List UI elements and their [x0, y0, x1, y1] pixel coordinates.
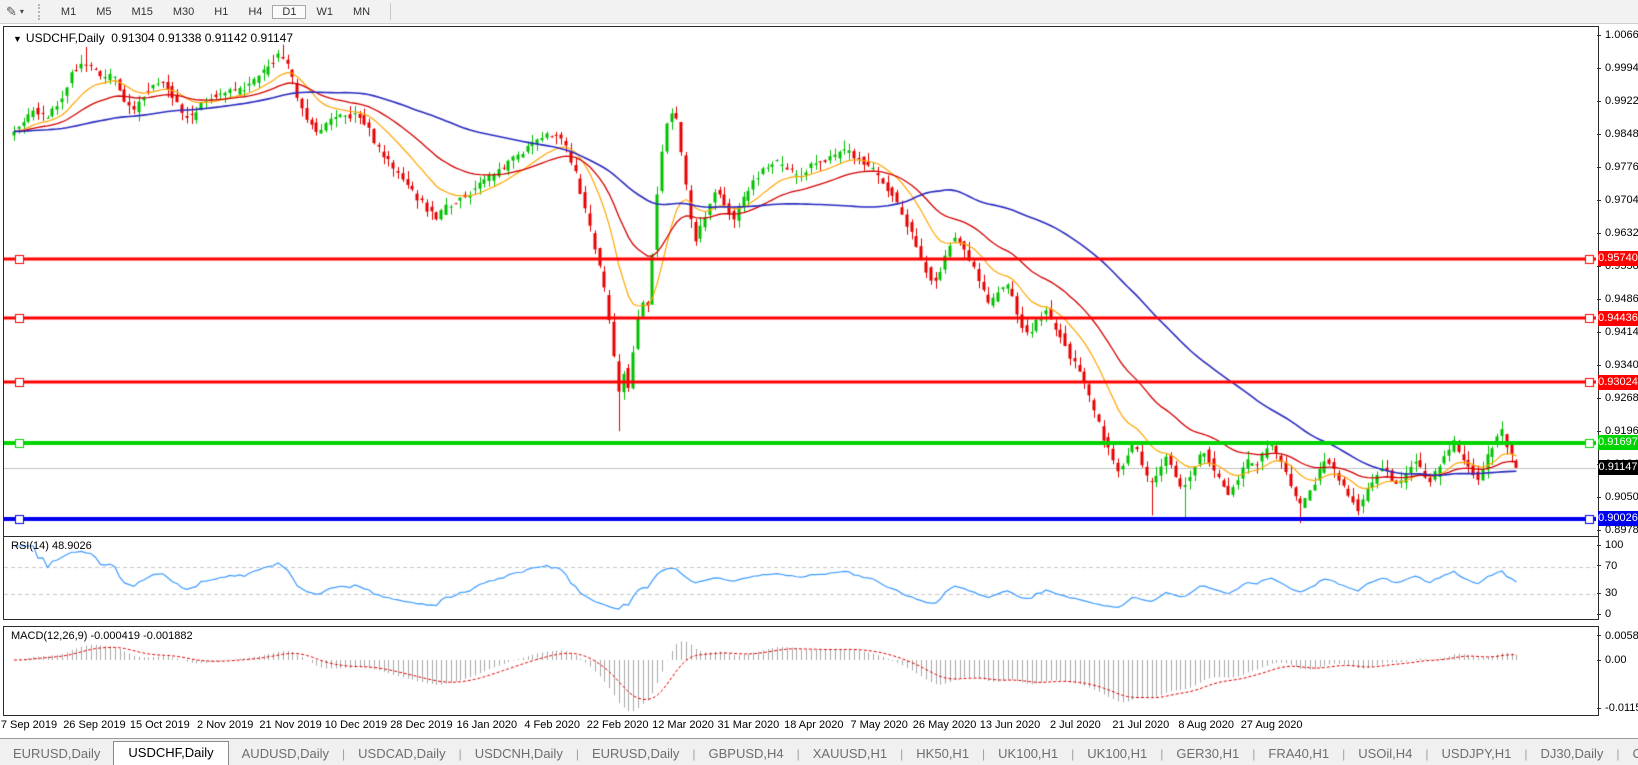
price-chart-canvas[interactable] — [4, 27, 1596, 534]
chart-tab-dj30[interactable]: DJ30,Daily — [1528, 743, 1617, 765]
price-axis-label: 0.96320 — [1597, 227, 1638, 240]
timeframe-button-w1[interactable]: W1 — [306, 5, 343, 19]
chart-tab-usdcnh[interactable]: USDCNH,Daily — [462, 743, 576, 765]
timeframe-button-mn[interactable]: MN — [343, 5, 380, 19]
price-axis-label: 0.99220 — [1597, 95, 1638, 108]
timeframe-buttons: M1 M5 M15 M30 H1 H4 D1 W1 MN — [51, 2, 380, 22]
price-chart-panel: ▼ USDCHF,Daily 0.91304 0.91338 0.91142 0.… — [3, 26, 1599, 537]
price-axis-label: 0.97040 — [1597, 194, 1638, 207]
price-axis-label: 0.92680 — [1597, 392, 1638, 405]
axis-tick — [1597, 34, 1601, 36]
axis-tick — [1597, 166, 1601, 168]
axis-tick — [1597, 232, 1601, 234]
chart-tab-fra40[interactable]: FRA40,H1 — [1255, 743, 1342, 765]
axis-tick — [1597, 635, 1601, 637]
macd-canvas[interactable] — [4, 627, 1596, 713]
rsi-label: RSI(14) 48.9026 — [11, 540, 92, 552]
macd-label: MACD(12,26,9) -0.000419 -0.001882 — [11, 630, 193, 642]
chart-title: ▼ USDCHF,Daily 0.91304 0.91338 0.91142 0.… — [13, 31, 293, 45]
axis-tick — [1597, 592, 1601, 594]
axis-tick — [1597, 133, 1601, 135]
macd-indicator-panel: MACD(12,26,9) -0.000419 -0.001882 — [3, 626, 1599, 716]
chart-tab-china300[interactable]: CHINA300,H1 — [1619, 743, 1638, 765]
rsi-scale-label: 30 — [1597, 587, 1617, 600]
axis-tick — [1597, 67, 1601, 69]
timeframe-button-m30[interactable]: M30 — [163, 5, 204, 19]
price-tag: 0.94436 — [1598, 310, 1638, 326]
rsi-scale-label: 0 — [1597, 608, 1611, 621]
timeframe-button-m15[interactable]: M15 — [121, 5, 162, 19]
price-axis-label: 0.97760 — [1597, 161, 1638, 174]
price-axis-label: 0.93400 — [1597, 359, 1638, 372]
price-tag: 0.91697 — [1598, 435, 1638, 451]
macd-scale-label: -0.011514 — [1597, 702, 1638, 715]
chart-tab-eurusd[interactable]: EURUSD,Daily — [579, 743, 692, 765]
axis-tick — [1597, 430, 1601, 432]
timeframe-toolbar: ✎ ▾ M1 M5 M15 M30 H1 H4 D1 W1 MN — [0, 0, 1638, 24]
chart-symbol-label: USDCHF,Daily — [25, 31, 105, 45]
chart-tab-uk100[interactable]: UK100,H1 — [985, 743, 1071, 765]
axis-tick — [1597, 565, 1601, 567]
price-axis-label: 0.94860 — [1597, 293, 1638, 306]
axis-tick — [1597, 199, 1601, 201]
price-axis-label: 1.00660 — [1597, 29, 1638, 42]
chart-ohlc-values: 0.91304 0.91338 0.91142 0.91147 — [111, 31, 294, 45]
axis-tick — [1597, 298, 1601, 300]
chart-tab-hk50[interactable]: HK50,H1 — [903, 743, 982, 765]
axis-tick — [1597, 496, 1601, 498]
axis-tick — [1597, 331, 1601, 333]
axis-tick — [1597, 707, 1601, 709]
date-label: 27 Aug 2020 — [1240, 719, 1303, 731]
price-axis-label: 0.90500 — [1597, 491, 1638, 504]
axis-tick — [1597, 529, 1601, 531]
chart-tab-xauusd[interactable]: XAUUSD,H1 — [800, 743, 900, 765]
trading-terminal-window: ✎ ▾ M1 M5 M15 M30 H1 H4 D1 W1 MN ▼ USDCHF,Daily 0… — [0, 0, 1638, 765]
date-axis[interactable]: 7 Sep 2019 26 Sep 2019 15 Oct 2019 2 Nov 20… — [1, 717, 1597, 737]
macd-scale-label: 0.005818 — [1597, 630, 1638, 643]
chart-tab-usoil[interactable]: USOil,H4 — [1345, 743, 1425, 765]
timeframe-button-d1[interactable]: D1 — [272, 4, 307, 19]
price-axis[interactable]: 1.00660 0.99940 0.99220 0.98480 0.97760 … — [1597, 26, 1638, 716]
tool-dropdown-icon[interactable]: ▾ — [20, 7, 24, 16]
timeframe-button-h4[interactable]: H4 — [238, 5, 272, 19]
chart-tab-usdjpy[interactable]: USDJPY,H1 — [1429, 743, 1525, 765]
price-axis-label: 0.94140 — [1597, 326, 1638, 339]
rsi-scale-label: 100 — [1597, 539, 1623, 552]
price-axis-label: 0.98480 — [1597, 128, 1638, 141]
price-tag: 0.91147 — [1598, 460, 1638, 476]
chart-collapse-icon[interactable]: ▼ — [13, 34, 22, 44]
chart-tab-usdchf-active[interactable]: USDCHF,Daily — [113, 741, 229, 765]
chart-tab-bar: EURUSD,Daily USDCHF,Daily AUDUSD,Daily | USD… — [0, 738, 1638, 765]
macd-scale-label: 0.00 — [1597, 654, 1626, 667]
price-axis-label: 0.99940 — [1597, 62, 1638, 75]
chart-tab-uk100[interactable]: UK100,H1 — [1074, 743, 1160, 765]
axis-tick — [1597, 100, 1601, 102]
price-tag: 0.90026 — [1598, 511, 1638, 527]
chart-tab-audusd[interactable]: AUDUSD,Daily — [229, 743, 342, 765]
axis-tick — [1597, 659, 1601, 661]
axis-tick — [1597, 544, 1601, 546]
axis-tick — [1597, 397, 1601, 399]
toolbar-grip-handle[interactable] — [37, 3, 43, 20]
rsi-canvas[interactable] — [4, 537, 1596, 617]
rsi-indicator-panel: RSI(14) 48.9026 — [3, 536, 1599, 620]
chart-tab-gbpusd[interactable]: GBPUSD,H4 — [695, 743, 796, 765]
toolbar-separator — [390, 3, 392, 20]
timeframe-button-m1[interactable]: M1 — [51, 5, 86, 19]
chart-tab-eurusd[interactable]: EURUSD,Daily — [0, 743, 113, 765]
timeframe-button-m5[interactable]: M5 — [86, 5, 121, 19]
axis-tick — [1597, 364, 1601, 366]
chart-tab-usdcad[interactable]: USDCAD,Daily — [345, 743, 458, 765]
price-tag: 0.95740 — [1598, 251, 1638, 267]
chart-tab-ger30[interactable]: GER30,H1 — [1163, 743, 1252, 765]
price-tag: 0.93024 — [1598, 374, 1638, 390]
rsi-scale-label: 70 — [1597, 560, 1617, 573]
timeframe-button-h1[interactable]: H1 — [204, 5, 238, 19]
cursor-tool-icon[interactable]: ✎ — [6, 4, 17, 20]
chart-tabs: EURUSD,Daily USDCHF,Daily AUDUSD,Daily | USD… — [0, 741, 1638, 765]
axis-tick — [1597, 613, 1601, 615]
